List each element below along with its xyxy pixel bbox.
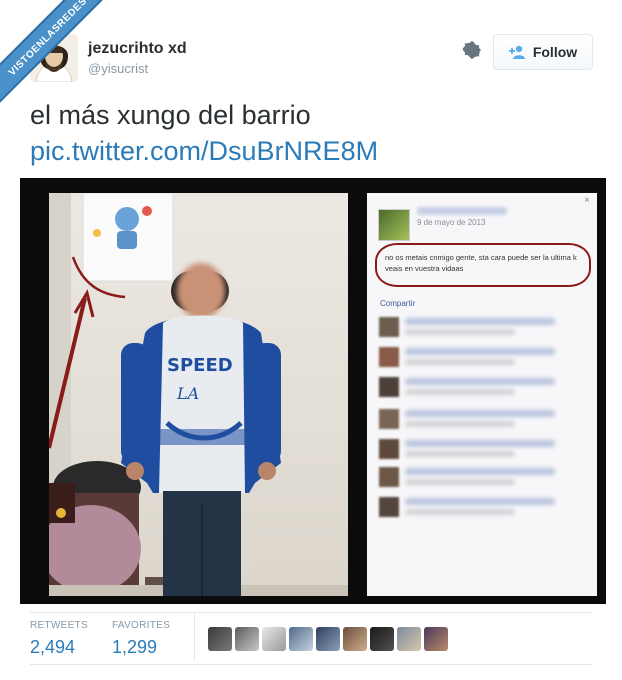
favoriters-avatars xyxy=(208,627,448,651)
fb-post-date: 9 de mayo de 2013 xyxy=(417,218,486,227)
favorites-label: FAVORITES xyxy=(112,620,171,631)
gear-icon[interactable] xyxy=(462,40,482,60)
favoriter-avatar[interactable] xyxy=(316,627,340,651)
fb-share-link: Compartir xyxy=(380,299,416,308)
facebook-post-screenshot: × 9 de mayo de 2013 no os metais cnmigo … xyxy=(367,193,597,596)
follow-button[interactable]: Follow xyxy=(493,34,593,70)
favorites-stat[interactable]: FAVORITES 1,299 xyxy=(112,620,170,658)
favoriter-avatar[interactable] xyxy=(424,627,448,651)
fb-comment xyxy=(379,375,579,403)
photo-boy: SPEED LA xyxy=(49,193,348,596)
fb-post-message: no os metais cnmigo gente, sta cara pued… xyxy=(375,243,591,287)
favoriter-avatar[interactable] xyxy=(235,627,259,651)
tweet-stats: RETWEETS 2,494 FAVORITES 1,299 xyxy=(30,612,592,664)
tweet-media[interactable]: SPEED LA × 9 de mayo de 2013 no os metai… xyxy=(20,178,606,604)
photo-illustration: SPEED LA xyxy=(49,193,348,596)
fb-post-name-blurred xyxy=(417,207,507,215)
retweets-count: 2,494 xyxy=(30,637,76,657)
tweet-card: jezucrihto xd @yisucrist Follow el más x… xyxy=(0,0,622,680)
svg-text:LA: LA xyxy=(176,384,199,403)
fb-comment xyxy=(379,315,579,343)
favoriter-avatar[interactable] xyxy=(289,627,313,651)
author-name[interactable]: jezucrihto xd xyxy=(88,40,187,58)
tweet-media-link[interactable]: pic.twitter.com/DsuBrNRE8M xyxy=(30,134,378,168)
follow-label: Follow xyxy=(532,44,578,60)
retweets-stat[interactable]: RETWEETS 2,494 xyxy=(30,620,88,658)
retweets-label: RETWEETS xyxy=(30,620,88,631)
favoriter-avatar[interactable] xyxy=(370,627,394,651)
favoriter-avatar[interactable] xyxy=(397,627,421,651)
add-user-icon xyxy=(508,45,527,59)
favoriter-avatar[interactable] xyxy=(262,627,286,651)
fb-comment xyxy=(379,407,579,435)
favoriter-avatar[interactable] xyxy=(343,627,367,651)
divider xyxy=(30,664,592,665)
stats-separator xyxy=(194,614,195,660)
favorites-count: 1,299 xyxy=(112,637,158,657)
favoriter-avatar[interactable] xyxy=(208,627,232,651)
fb-post-avatar xyxy=(378,209,410,241)
tweet-text: el más xungo del barrio xyxy=(30,100,311,130)
fb-comment xyxy=(379,345,579,373)
fb-comment xyxy=(379,495,579,523)
fb-comment xyxy=(379,437,579,465)
fb-comment xyxy=(379,465,579,493)
svg-text:SPEED: SPEED xyxy=(167,355,233,376)
close-icon: × xyxy=(584,195,590,206)
tweet-header: jezucrihto xd @yisucrist Follow xyxy=(30,30,600,86)
author-handle[interactable]: @yisucrist xyxy=(88,61,148,76)
